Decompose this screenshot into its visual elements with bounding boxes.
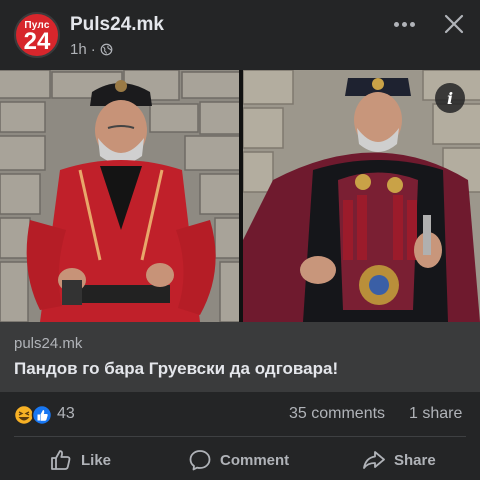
- reaction-count[interactable]: 43: [57, 405, 75, 423]
- share-button[interactable]: Share: [362, 447, 436, 473]
- haha-reaction-icon: [14, 404, 35, 426]
- comment-button[interactable]: Comment: [188, 447, 289, 473]
- share-arrow-icon: [363, 451, 385, 469]
- comments-count-link[interactable]: 35 comments: [289, 405, 385, 423]
- avatar-logo-number: 24: [23, 28, 51, 55]
- post-time[interactable]: 1h: [70, 41, 87, 58]
- post-media[interactable]: i: [0, 70, 480, 322]
- page-name-link[interactable]: Puls24.mk: [70, 14, 164, 36]
- link-headline[interactable]: Пандов го бара Груевски да одговара!: [14, 359, 338, 379]
- page-avatar[interactable]: Пулс 24: [14, 12, 60, 58]
- globe-icon: [100, 43, 113, 56]
- like-button[interactable]: Like: [49, 447, 111, 473]
- thumbs-up-icon: [51, 450, 71, 470]
- link-domain: puls24.mk: [14, 335, 83, 352]
- comment-bubble-icon: [189, 450, 211, 471]
- shares-count-link[interactable]: 1 share: [409, 405, 462, 423]
- left-photo[interactable]: [0, 70, 239, 322]
- post-actions: Like Comment Share: [0, 437, 480, 480]
- like-reaction-icon: [31, 404, 53, 426]
- meta-separator: ·: [90, 41, 96, 58]
- reactions-summary: 43 35 comments 1 share: [0, 392, 480, 436]
- post-meta: 1h ·: [70, 41, 113, 58]
- share-label: Share: [394, 451, 436, 469]
- comment-label: Comment: [220, 451, 290, 469]
- close-icon[interactable]: [440, 10, 468, 38]
- like-label: Like: [81, 451, 112, 469]
- link-preview[interactable]: puls24.mk Пандов го бара Груевски да одг…: [0, 322, 480, 392]
- post-header: Пулс 24 Puls24.mk 1h ·: [0, 0, 480, 70]
- reaction-icons[interactable]: [14, 404, 54, 426]
- info-icon[interactable]: i: [435, 83, 465, 113]
- more-options-icon[interactable]: [388, 12, 420, 36]
